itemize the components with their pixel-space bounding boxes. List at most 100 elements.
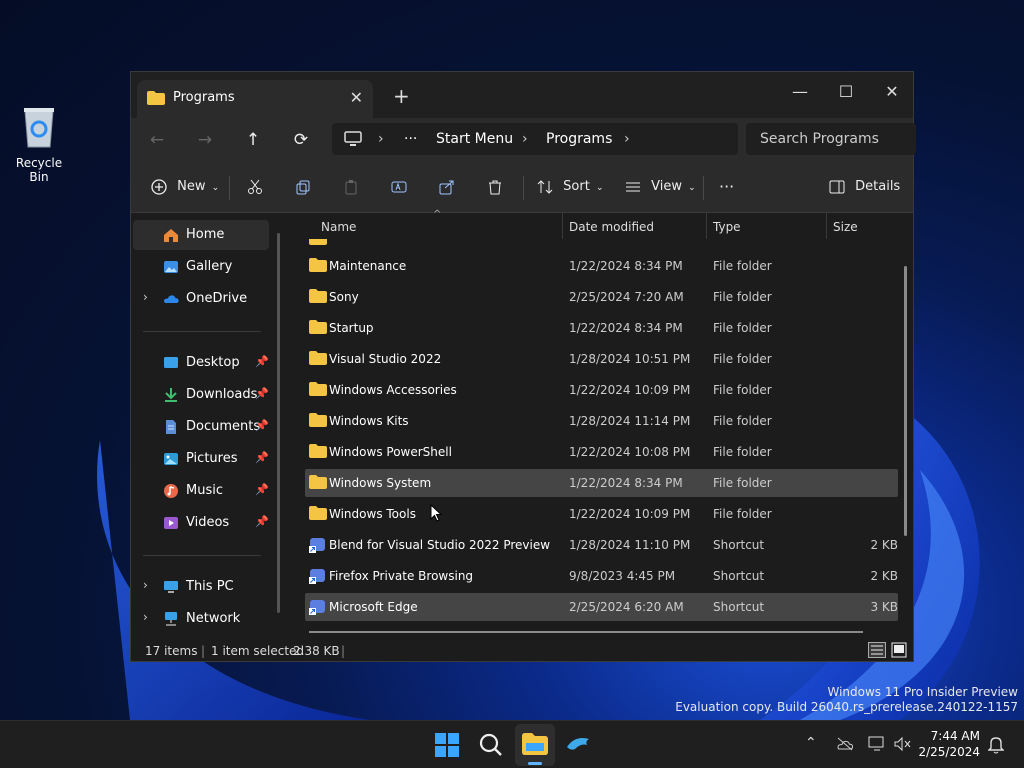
scissors-icon [248,179,262,194]
forward-button[interactable]: → [191,127,219,153]
search-icon[interactable] [473,727,509,763]
sidebar-item-network[interactable]: › Network [133,604,269,634]
back-button[interactable]: ← [143,127,171,153]
share-button[interactable] [439,174,455,200]
column-header-date[interactable]: Date modified [569,220,654,234]
dolphin-app-icon[interactable] [561,727,597,763]
clock[interactable]: 7:44 AM 2/25/2024 [918,728,980,760]
sidebar-item-desktop[interactable]: Desktop 📌 [133,348,269,378]
table-row[interactable]: Windows System 1/22/2024 8:34 PM File fold… [305,469,898,497]
notification-bell-icon[interactable] [988,736,1004,754]
expand-chevron-icon[interactable]: › [143,610,148,624]
start-windows-icon[interactable] [429,727,465,763]
minimize-button[interactable]: — [777,78,823,106]
folder-icon [309,320,327,334]
file-name: Blend for Visual Studio 2022 Preview [329,538,551,552]
table-row[interactable]: Microsoft Edge 2/25/2024 6:20 AM Shortcut 3… [305,593,898,621]
title-bar: Programs ✕ + — ☐ ✕ [131,72,913,118]
maximize-button[interactable]: ☐ [823,78,869,106]
new-button[interactable]: New ⌄ [151,174,219,200]
address-bar[interactable]: › ··· Start Menu › Programs › [332,123,738,155]
pin-icon[interactable]: 📌 [255,515,269,528]
copy-button[interactable] [295,174,311,200]
column-separator[interactable] [706,213,707,239]
file-name: Firefox Private Browsing [329,569,474,583]
file-name: Visual Studio 2022 [329,352,442,366]
file-date: 1/28/2024 11:14 PM [569,414,691,428]
file-name: Startup [329,321,374,335]
onedrive-offline-icon[interactable] [836,737,854,751]
file-type: File folder [713,352,772,366]
sidebar-item-downloads[interactable]: Downloads 📌 [133,380,269,410]
pin-icon[interactable]: 📌 [255,355,269,368]
sidebar-item-gallery[interactable]: Gallery [133,252,269,282]
tab-close-button[interactable]: ✕ [350,88,363,107]
sidebar-item-pictures[interactable]: Pictures 📌 [133,444,269,474]
table-row[interactable]: Startup 1/22/2024 8:34 PM File folder [305,314,898,342]
sidebar-item-home[interactable]: Home [133,220,269,250]
toolbar-separator [229,176,230,200]
table-row[interactable]: Windows Accessories 1/22/2024 10:09 PM Fil… [305,376,898,404]
horizontal-scrollbar[interactable] [309,631,863,633]
new-tab-button[interactable]: + [393,84,410,108]
volume-muted-icon[interactable] [893,736,911,752]
pin-icon[interactable]: 📌 [255,483,269,496]
column-header-name[interactable]: Name [321,220,356,234]
close-button[interactable]: ✕ [869,78,915,106]
recycle-bin[interactable]: Recycle Bin [6,105,72,184]
table-row[interactable]: Windows PowerShell 1/22/2024 10:08 PM File… [305,438,898,466]
table-row[interactable]: Firefox Private Browsing 9/8/2023 4:45 PM… [305,562,898,590]
sidebar-item-onedrive[interactable]: › OneDrive [133,284,269,314]
shortcut-icon [309,538,325,553]
table-row[interactable]: Visual Studio 2022 1/28/2024 10:51 PM File… [305,345,898,373]
column-separator[interactable] [562,213,563,239]
column-separator[interactable] [826,213,827,239]
sidebar-item-this-pc[interactable]: › This PC [133,572,269,602]
breadcrumb-start-menu[interactable]: Start Menu [436,131,513,147]
file-size: 2 KB [870,538,898,552]
shortcut-icon [309,569,325,584]
table-row[interactable]: Sony 2/25/2024 7:20 AM File folder [305,283,898,311]
desktop-icon [164,357,178,368]
refresh-button[interactable]: ⟳ [287,127,315,153]
search-box[interactable]: Search Programs [746,123,916,155]
column-header-type[interactable]: Type [713,220,741,234]
rename-button[interactable] [391,174,407,200]
details-label: Details [855,179,901,194]
expand-chevron-icon[interactable]: › [143,290,148,304]
breadcrumb-more[interactable]: ··· [404,131,417,147]
breadcrumb-programs[interactable]: Programs [546,131,612,147]
pin-icon[interactable]: 📌 [255,451,269,464]
table-row[interactable]: Windows Kits 1/28/2024 11:14 PM File folde… [305,407,898,435]
column-header-size[interactable]: Size [833,220,858,234]
paste-button[interactable] [343,174,359,200]
details-pane-button[interactable]: Details [829,174,900,200]
sidebar-item-documents[interactable]: Documents 📌 [133,412,269,442]
more-options-button[interactable]: ··· [719,174,734,200]
status-separator: | [201,644,206,658]
cut-button[interactable] [247,174,263,200]
table-row[interactable]: Maintenance 1/22/2024 8:34 PM File folder [305,252,898,280]
view-button[interactable]: View ⌄ [625,174,696,200]
show-hidden-icons-chevron-icon[interactable]: ⌃ [805,735,817,751]
tab-programs[interactable]: Programs ✕ [137,80,373,118]
sidebar-scrollbar[interactable] [277,233,280,613]
folder-icon [309,444,327,458]
sidebar-item-videos[interactable]: Videos 📌 [133,508,269,538]
sort-button[interactable]: Sort ⌄ [537,174,603,200]
file-explorer-icon [522,733,548,755]
table-row[interactable]: Blend for Visual Studio 2022 Preview 1/28… [305,531,898,559]
vertical-scrollbar[interactable] [904,266,907,536]
sidebar-item-music[interactable]: Music 📌 [133,476,269,506]
folder-icon [309,382,327,396]
tiles-view-icon[interactable] [891,642,907,658]
up-button[interactable]: ↑ [239,127,267,153]
table-row[interactable]: Windows Tools 1/22/2024 10:09 PM File fold… [305,500,898,528]
network-tray-icon[interactable] [868,736,886,752]
delete-button[interactable] [487,174,503,200]
details-view-icon[interactable] [868,642,886,658]
pin-icon[interactable]: 📌 [255,419,269,432]
file-explorer-taskbar-button[interactable] [515,724,555,766]
pin-icon[interactable]: 📌 [255,387,269,400]
expand-chevron-icon[interactable]: › [143,578,148,592]
